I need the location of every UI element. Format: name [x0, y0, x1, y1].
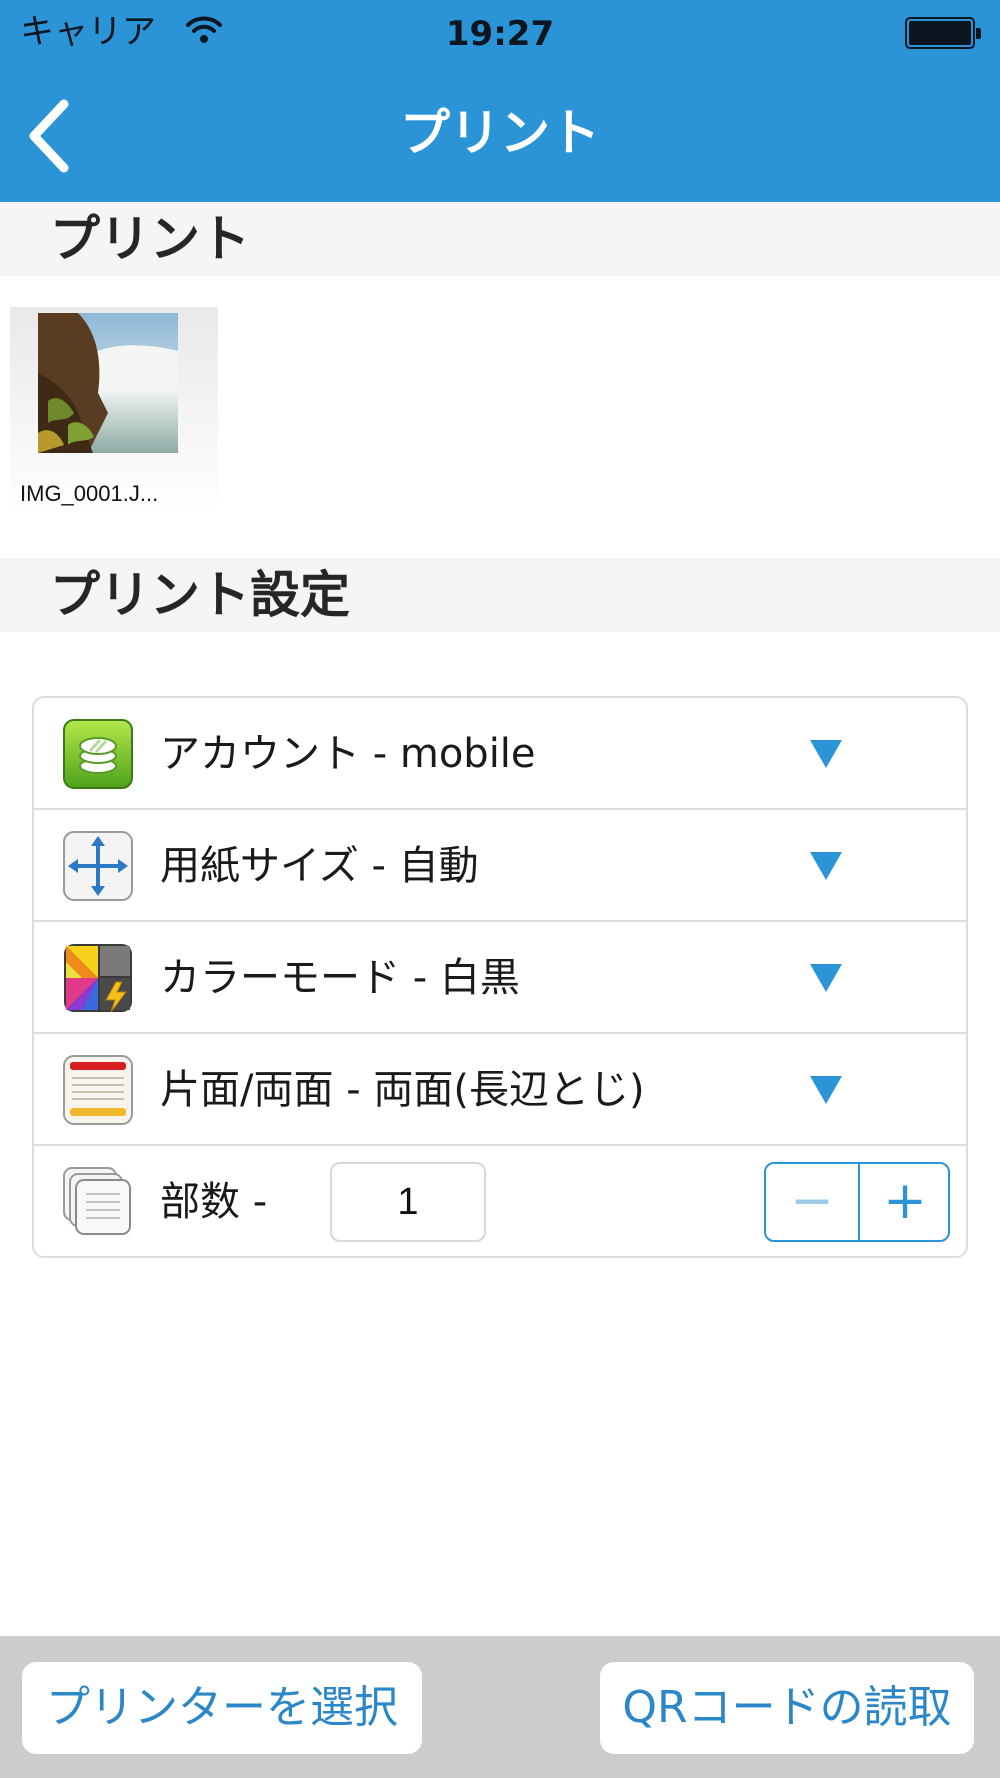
- copies-input[interactable]: 1: [330, 1162, 486, 1242]
- color-mode-label: カラーモード - 白黒: [160, 955, 520, 1001]
- settings-section-header: プリント設定: [0, 558, 1000, 632]
- battery-icon: [905, 17, 981, 49]
- page-title: プリント: [400, 104, 600, 162]
- status-bar: キャリア 19:27: [0, 0, 1000, 66]
- settings-card: アカウント - mobile 用紙サイズ - 自動 カラーモード - 白黒 片面…: [32, 696, 968, 1258]
- select-printer-button[interactable]: プリンターを選択: [22, 1662, 422, 1754]
- print-section-header: プリント: [0, 202, 1000, 276]
- paper-size-row[interactable]: 用紙サイズ - 自動: [34, 810, 966, 922]
- paper-size-icon: [63, 831, 133, 901]
- copies-row: 部数 - 1 − +: [34, 1146, 966, 1258]
- account-icon: [63, 719, 133, 789]
- file-thumbnail[interactable]: IMG_0001.J...: [10, 307, 218, 515]
- navigation-bar: プリント: [0, 70, 1000, 202]
- duplex-row[interactable]: 片面/両面 - 両面(長辺とじ): [34, 1034, 966, 1146]
- dropdown-triangle-icon: [810, 964, 842, 992]
- account-row[interactable]: アカウント - mobile: [34, 698, 966, 810]
- account-label: アカウント - mobile: [160, 731, 536, 777]
- copies-icon: [63, 1167, 131, 1235]
- waterfall-photo: [38, 313, 178, 453]
- file-name: IMG_0001.J...: [20, 481, 159, 506]
- duplex-label: 片面/両面 - 両面(長辺とじ): [160, 1067, 645, 1113]
- color-mode-icon: [64, 944, 132, 1013]
- dropdown-triangle-icon: [810, 852, 842, 880]
- copies-label: 部数 -: [160, 1179, 268, 1225]
- increment-button[interactable]: +: [858, 1164, 948, 1240]
- status-time: 19:27: [445, 14, 555, 54]
- top-bar: キャリア 19:27 プリント: [0, 0, 1000, 202]
- bottom-toolbar: プリンターを選択 QRコードの読取: [0, 1636, 1000, 1778]
- dropdown-triangle-icon: [810, 1076, 842, 1104]
- duplex-icon: [63, 1055, 133, 1125]
- decrement-button[interactable]: −: [766, 1164, 858, 1240]
- dropdown-triangle-icon: [810, 740, 842, 768]
- qr-read-button[interactable]: QRコードの読取: [600, 1662, 974, 1754]
- color-mode-row[interactable]: カラーモード - 白黒: [34, 922, 966, 1034]
- print-section-title: プリント: [50, 210, 250, 268]
- settings-section-title: プリント設定: [50, 566, 350, 624]
- paper-size-label: 用紙サイズ - 自動: [160, 843, 479, 889]
- copies-stepper: − +: [764, 1162, 950, 1242]
